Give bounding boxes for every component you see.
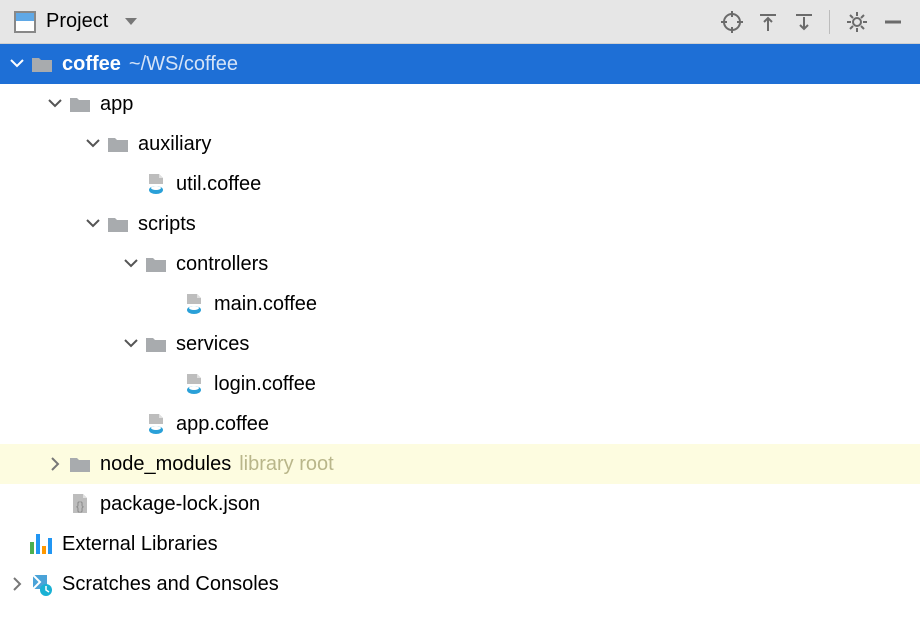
node-label: coffee — [62, 53, 121, 76]
view-title[interactable]: Project — [46, 10, 108, 33]
coffee-file-icon — [144, 172, 168, 196]
node-label: main.coffee — [214, 293, 317, 316]
settings-button[interactable] — [840, 5, 874, 39]
node-label: package-lock.json — [100, 493, 260, 516]
folder-icon — [144, 332, 168, 356]
coffee-file-icon — [144, 412, 168, 436]
node-label: Scratches and Consoles — [62, 573, 279, 596]
chevron-down-icon[interactable] — [46, 95, 64, 113]
node-label: node_modules — [100, 453, 231, 476]
node-label: services — [176, 333, 249, 356]
tree-node-services[interactable]: services — [0, 324, 920, 364]
tree-node-node-modules[interactable]: node_modules library root — [0, 444, 920, 484]
tree-node-scripts[interactable]: scripts — [0, 204, 920, 244]
tree-node-util[interactable]: util.coffee — [0, 164, 920, 204]
view-dropdown-icon[interactable] — [124, 10, 138, 33]
tree-node-scratches[interactable]: Scratches and Consoles — [0, 564, 920, 604]
expand-all-button[interactable] — [751, 5, 785, 39]
chevron-down-icon[interactable] — [84, 135, 102, 153]
node-hint: ~/WS/coffee — [129, 53, 238, 76]
hide-button[interactable] — [876, 5, 910, 39]
node-hint: library root — [239, 453, 333, 476]
node-label: util.coffee — [176, 173, 261, 196]
collapse-all-button[interactable] — [787, 5, 821, 39]
locate-button[interactable] — [715, 5, 749, 39]
coffee-file-icon — [182, 292, 206, 316]
chevron-down-icon[interactable] — [84, 215, 102, 233]
scratches-icon — [30, 572, 54, 596]
node-label: scripts — [138, 213, 196, 236]
coffee-file-icon — [182, 372, 206, 396]
node-label: auxiliary — [138, 133, 211, 156]
chevron-right-icon[interactable] — [8, 575, 26, 593]
folder-icon — [106, 132, 130, 156]
project-tree: coffee ~/WS/coffee app auxiliary util.co… — [0, 44, 920, 604]
tree-node-controllers[interactable]: controllers — [0, 244, 920, 284]
tree-node-app[interactable]: app — [0, 84, 920, 124]
libraries-icon — [30, 532, 54, 556]
tree-node-auxiliary[interactable]: auxiliary — [0, 124, 920, 164]
chevron-down-icon[interactable] — [122, 255, 140, 273]
folder-icon — [30, 52, 54, 76]
folder-icon — [68, 452, 92, 476]
project-window-icon — [14, 11, 36, 33]
folder-icon — [144, 252, 168, 276]
project-toolbar: Project — [0, 0, 920, 44]
node-label: controllers — [176, 253, 268, 276]
chevron-down-icon[interactable] — [122, 335, 140, 353]
chevron-down-icon[interactable] — [8, 55, 26, 73]
tree-node-package-lock[interactable]: package-lock.json — [0, 484, 920, 524]
tree-node-appcoffee[interactable]: app.coffee — [0, 404, 920, 444]
node-label: app.coffee — [176, 413, 269, 436]
folder-icon — [106, 212, 130, 236]
json-file-icon — [68, 492, 92, 516]
folder-icon — [68, 92, 92, 116]
tree-node-login[interactable]: login.coffee — [0, 364, 920, 404]
chevron-right-icon[interactable] — [46, 455, 64, 473]
node-label: app — [100, 93, 133, 116]
tree-node-main[interactable]: main.coffee — [0, 284, 920, 324]
tree-node-external-libraries[interactable]: External Libraries — [0, 524, 920, 564]
node-label: login.coffee — [214, 373, 316, 396]
toolbar-divider — [829, 10, 830, 34]
node-label: External Libraries — [62, 533, 218, 556]
tree-node-root[interactable]: coffee ~/WS/coffee — [0, 44, 920, 84]
